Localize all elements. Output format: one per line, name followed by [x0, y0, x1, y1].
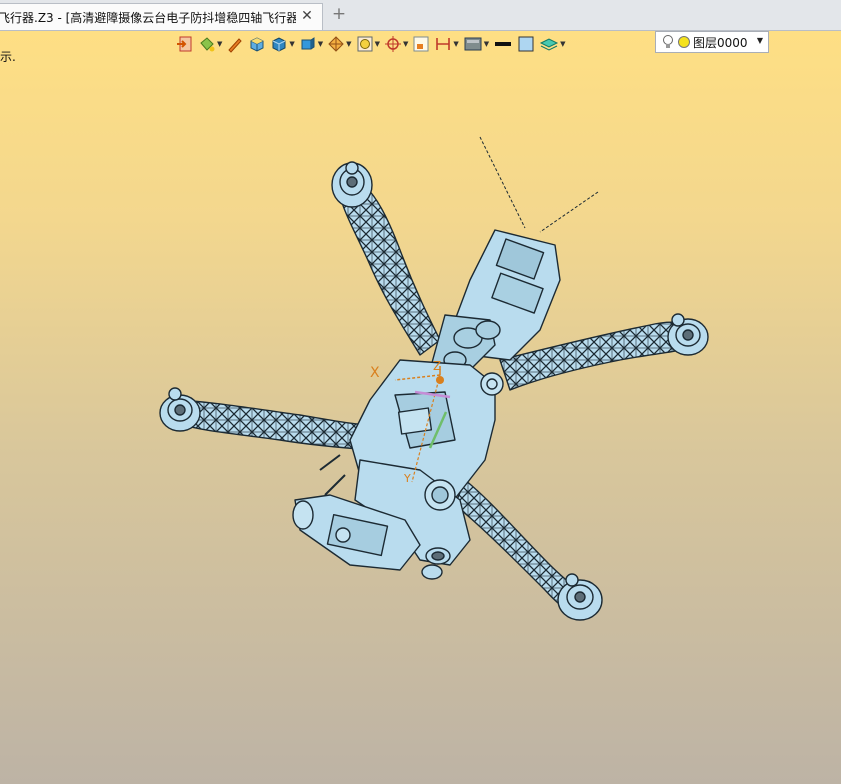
graphics-viewport[interactable]: 示. X Z Y ▼ ▼ ▼ ▼ ▼ ▼ ▼ ▼ ▼ 图层0000 ▼: [0, 31, 841, 784]
motor-left: [159, 387, 201, 432]
quadcopter-model[interactable]: X Z Y: [0, 31, 841, 784]
antenna-2: [539, 191, 599, 233]
chevron-down-icon[interactable]: ▼: [375, 34, 380, 54]
layer-select[interactable]: 图层0000 ▼: [655, 31, 769, 53]
solid-cube-icon: [272, 37, 286, 52]
zoom-fit-button[interactable]: ▼: [356, 34, 380, 54]
orient-button[interactable]: ▼: [327, 34, 352, 54]
paint-bucket-button[interactable]: ▼: [198, 34, 222, 54]
solid-cube-button[interactable]: ▼: [270, 34, 295, 54]
axis-z-label: Z: [433, 359, 441, 373]
document-tab[interactable]: 飞行器.Z3 - [高清避障摄像云台电子防抖增稳四轴飞行器] ✕: [0, 3, 323, 30]
axis-x-label: X: [370, 365, 380, 381]
view-toolbar: ▼ ▼ ▼ ▼ ▼ ▼ ▼ ▼ ▼: [176, 33, 570, 55]
line-weight-button[interactable]: [493, 34, 513, 54]
motor-right: [667, 313, 709, 356]
layer-color-dot: [678, 36, 690, 48]
view-cube-icon: [301, 37, 315, 50]
line-weight-icon: [495, 42, 512, 46]
orient-icon: [328, 36, 344, 52]
frame-icon: [413, 36, 429, 52]
chevron-down-icon[interactable]: ▼: [484, 34, 489, 54]
display-icon: [464, 37, 482, 51]
shaded-cube-icon: [250, 37, 264, 52]
chevron-down-icon[interactable]: ▼: [318, 34, 323, 54]
tab-bar: 飞行器.Z3 - [高清避障摄像云台电子防抖增稳四轴飞行器] ✕ +: [0, 0, 841, 31]
layers-button[interactable]: ▼: [539, 34, 566, 54]
dimension-icon: [436, 38, 451, 50]
frame-button[interactable]: [412, 34, 430, 54]
pen-icon: [228, 38, 243, 53]
chevron-down-icon[interactable]: ▼: [453, 34, 458, 54]
view-cube-button[interactable]: ▼: [299, 34, 323, 54]
close-icon[interactable]: ✕: [300, 9, 314, 23]
display-button[interactable]: ▼: [463, 34, 489, 54]
color-swatch-button[interactable]: [517, 34, 535, 54]
axis-y-label: Y: [403, 472, 411, 485]
motor-top-left: [331, 161, 373, 208]
target-icon: [384, 36, 401, 52]
layers-icon: [540, 38, 559, 51]
chevron-down-icon[interactable]: ▼: [757, 36, 763, 45]
pen-button[interactable]: [226, 34, 244, 54]
exit-button[interactable]: [176, 34, 194, 54]
chevron-down-icon[interactable]: ▼: [289, 34, 294, 54]
antenna-1: [479, 136, 526, 229]
lightbulb-icon: [663, 35, 673, 48]
layer-name: 图层0000: [693, 35, 748, 50]
tab-title: 飞行器.Z3 - [高清避障摄像云台电子防抖增稳四轴飞行器]: [0, 10, 296, 25]
chevron-down-icon[interactable]: ▼: [346, 34, 351, 54]
zoom-fit-icon: [357, 36, 373, 52]
color-swatch-icon: [518, 36, 534, 52]
landing-gear: [319, 454, 346, 496]
shaded-cube-button[interactable]: [248, 34, 266, 54]
arm-left: [169, 399, 376, 451]
paint-bucket-icon: [200, 37, 215, 52]
dimension-button[interactable]: ▼: [434, 34, 459, 54]
chevron-down-icon[interactable]: ▼: [560, 34, 565, 54]
chevron-down-icon[interactable]: ▼: [217, 34, 222, 54]
exit-icon: [177, 36, 192, 52]
chevron-down-icon[interactable]: ▼: [403, 34, 408, 54]
plus-icon[interactable]: +: [331, 5, 347, 23]
target-button[interactable]: ▼: [384, 34, 408, 54]
